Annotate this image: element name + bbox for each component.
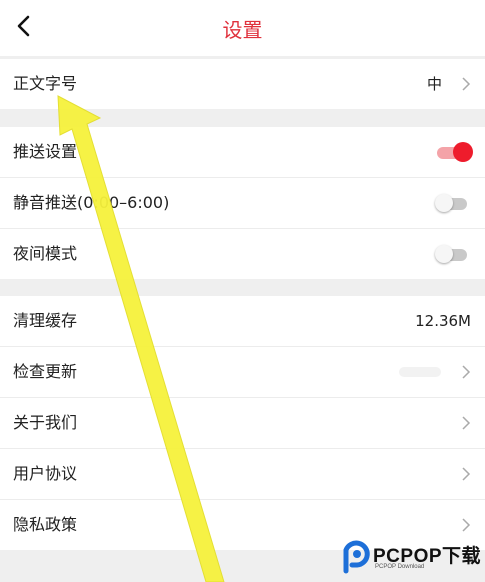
font-size-value: 中 [426, 75, 442, 93]
font-size-group: 正文字号 中 [0, 59, 485, 109]
clear-cache-row[interactable]: 清理缓存 12.36M [0, 296, 485, 347]
chevron-right-icon [462, 518, 471, 532]
night-mode-toggle[interactable] [435, 245, 469, 263]
check-update-row[interactable]: 检查更新 [0, 347, 485, 398]
about-us-row[interactable]: 关于我们 [0, 398, 485, 449]
user-agreement-label: 用户协议 [13, 464, 78, 483]
pcpop-logo-icon [343, 540, 370, 574]
night-mode-row: 夜间模式 [0, 229, 485, 279]
page-title: 设置 [222, 18, 263, 42]
chevron-right-icon [462, 416, 471, 430]
chevron-right-icon [462, 365, 471, 379]
toggle-knob [435, 194, 453, 212]
mute-push-row: 静音推送(0:00–6:00) [0, 178, 485, 229]
push-settings-label: 推送设置 [13, 142, 78, 161]
mute-push-label: 静音推送(0:00–6:00) [13, 193, 170, 212]
push-group: 推送设置 静音推送(0:00–6:00) 夜间模式 [0, 127, 485, 279]
push-settings-row: 推送设置 [0, 127, 485, 178]
about-us-label: 关于我们 [13, 413, 78, 432]
night-mode-label: 夜间模式 [13, 244, 78, 263]
watermark: PCPOP下载 PCPOP Download [337, 539, 485, 579]
font-size-label: 正文字号 [13, 74, 78, 93]
top-bar: 设置 [0, 0, 485, 56]
privacy-policy-label: 隐私政策 [13, 515, 78, 534]
toggle-knob [453, 142, 473, 162]
chevron-right-icon [462, 467, 471, 481]
cache-size-value: 12.36M [415, 312, 471, 330]
chevron-right-icon [462, 77, 471, 91]
user-agreement-row[interactable]: 用户协议 [0, 449, 485, 500]
push-settings-toggle[interactable] [435, 142, 473, 162]
watermark-subtitle: PCPOP Download [375, 564, 425, 570]
misc-group: 清理缓存 12.36M 检查更新 关于我们 用户协议 隐私政策 [0, 296, 485, 550]
mute-push-toggle[interactable] [435, 194, 469, 212]
toggle-knob [435, 245, 453, 263]
check-update-label: 检查更新 [13, 362, 78, 381]
clear-cache-label: 清理缓存 [13, 311, 78, 330]
version-placeholder [399, 367, 441, 377]
font-size-row[interactable]: 正文字号 中 [0, 59, 485, 109]
